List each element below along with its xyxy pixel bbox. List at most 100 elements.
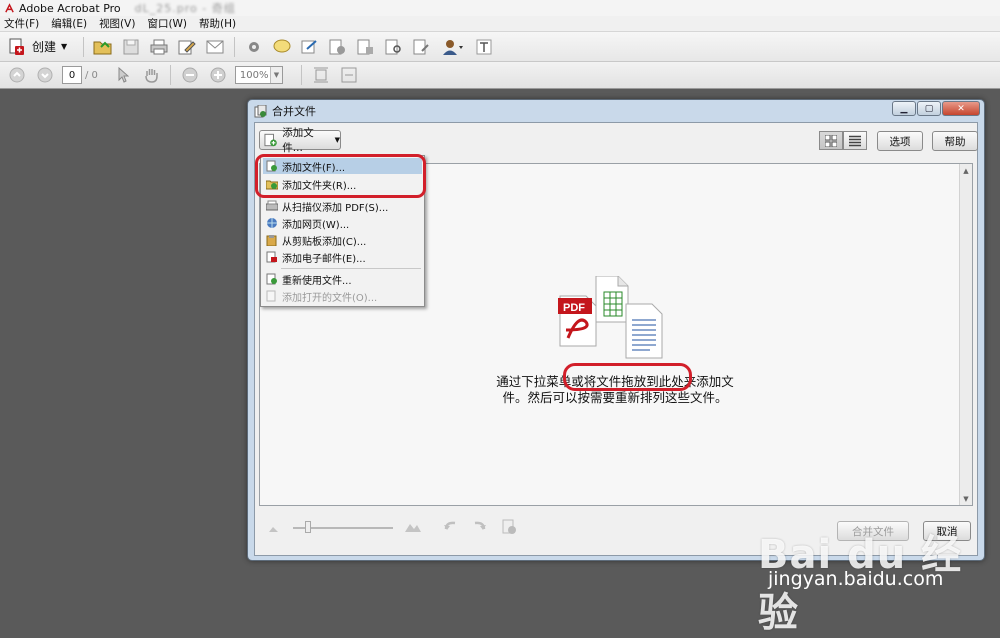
menu-item-label: 从剪贴板添加(C)... <box>282 236 367 248</box>
scanner-icon <box>265 199 279 213</box>
globe-icon <box>265 216 279 230</box>
chevron-down-icon: ▼ <box>61 42 68 51</box>
menu-item-add-open-files[interactable]: 添加打开的文件(O)... <box>263 288 422 304</box>
add-file-icon <box>264 133 277 147</box>
edit-icon <box>178 40 196 54</box>
acrobat-logo-icon <box>5 2 14 12</box>
forms-button[interactable] <box>411 36 433 58</box>
zoom-in-button[interactable] <box>207 64 229 86</box>
save-button[interactable] <box>120 36 142 58</box>
create-pdf-icon <box>9 38 24 55</box>
search-doc-button[interactable] <box>383 36 405 58</box>
create-label: 创建 <box>32 40 57 54</box>
menu-file[interactable]: 文件(F) <box>4 16 39 31</box>
hand-tool-button[interactable] <box>140 64 162 86</box>
fit-width-button[interactable] <box>338 64 360 86</box>
edit-button[interactable] <box>176 36 198 58</box>
fit-page-button[interactable] <box>310 64 332 86</box>
menu-edit[interactable]: 编辑(E) <box>51 16 87 31</box>
menu-item-from-scanner[interactable]: 从扫描仪添加 PDF(S)... <box>263 198 422 214</box>
scroll-up-icon[interactable]: ▲ <box>960 164 972 177</box>
window-controls: ▁ ▢ ✕ <box>891 101 980 116</box>
toolbar-divider <box>169 65 171 85</box>
zoom-out-button[interactable] <box>179 64 201 86</box>
menu-item-add-webpage[interactable]: 添加网页(W)... <box>263 215 422 231</box>
previous-page-button[interactable] <box>6 64 28 86</box>
menu-window[interactable]: 窗口(W) <box>147 16 187 31</box>
comment-icon <box>273 39 291 52</box>
text-tool-icon <box>476 39 492 54</box>
add-files-label: 添加文件... <box>282 127 314 154</box>
secure-doc-icon <box>329 39 346 54</box>
options-button[interactable]: 选项 <box>877 131 923 151</box>
arrow-up-icon <box>9 67 25 83</box>
list-view-icon <box>849 135 861 146</box>
zoom-in-icon <box>210 67 226 83</box>
help-button[interactable]: 帮助 <box>932 131 978 151</box>
text-button[interactable] <box>473 36 495 58</box>
secure-button[interactable] <box>327 36 349 58</box>
rotate-left-icon[interactable] <box>443 519 459 535</box>
menu-item-reuse-files[interactable]: 重新使用文件... <box>263 271 422 287</box>
large-mountain-icon <box>405 524 421 532</box>
grid-view-icon <box>825 134 837 147</box>
email-icon <box>265 250 279 264</box>
dialog-title: 合并文件 <box>272 105 316 118</box>
app-title: Adobe Acrobat Pro <box>19 1 121 15</box>
search-doc-icon <box>385 39 401 54</box>
app-title-bar: Adobe Acrobat Pro dL_25.pro - 奇组 <box>0 0 1000 16</box>
document-name: dL_25.pro - 奇组 <box>134 2 236 15</box>
create-button[interactable]: 创建 ▼ <box>8 38 67 56</box>
user-icon <box>443 39 464 55</box>
add-files-button[interactable]: 添加文件... ▼ <box>259 127 341 154</box>
page-number-input[interactable]: 0 <box>62 66 82 84</box>
menu-item-label: 添加电子邮件(E)... <box>282 253 366 265</box>
minimize-button[interactable]: ▁ <box>892 101 916 116</box>
reuse-files-icon <box>265 272 279 286</box>
menu-item-label: 添加网页(W)... <box>282 219 350 231</box>
scroll-down-icon[interactable]: ▼ <box>960 492 972 505</box>
maximize-button[interactable]: ▢ <box>917 101 941 116</box>
next-page-button[interactable] <box>34 64 56 86</box>
clipboard-icon <box>265 233 279 247</box>
comment-button[interactable] <box>271 36 293 58</box>
email-button[interactable] <box>204 36 226 58</box>
files-illustration: PDF <box>558 276 663 359</box>
settings-button[interactable] <box>243 36 265 58</box>
menu-item-label: 添加打开的文件(O)... <box>282 292 378 304</box>
chevron-down-icon: ▼ <box>334 136 340 144</box>
sign-button[interactable] <box>299 36 321 58</box>
hand-icon <box>145 69 158 83</box>
page-total: / 0 <box>85 69 98 81</box>
view-toggle <box>819 131 867 150</box>
open-files-icon <box>265 289 279 303</box>
fit-width-icon <box>341 67 357 83</box>
protect-button[interactable] <box>355 36 377 58</box>
print-button[interactable] <box>148 36 170 58</box>
select-tool-button[interactable] <box>112 64 134 86</box>
open-button[interactable] <box>92 36 114 58</box>
delete-page-icon[interactable] <box>501 519 517 535</box>
user-button[interactable] <box>439 36 467 58</box>
slider-handle[interactable] <box>305 521 311 533</box>
rotate-right-icon[interactable] <box>471 519 487 535</box>
dialog-title-bar[interactable]: 合并文件 <box>248 100 984 122</box>
toolbar-divider <box>234 36 236 57</box>
list-view-button[interactable] <box>843 131 867 150</box>
menu-item-from-clipboard[interactable]: 从剪贴板添加(C)... <box>263 232 422 248</box>
sign-icon <box>301 39 317 53</box>
menu-help[interactable]: 帮助(H) <box>199 16 236 31</box>
chevron-down-icon[interactable]: ▼ <box>269 67 282 83</box>
menu-view[interactable]: 视图(V) <box>99 16 135 31</box>
pdf-badge-text: PDF <box>563 302 585 314</box>
close-button[interactable]: ✕ <box>942 101 980 116</box>
zoom-select[interactable]: 100% ▼ <box>234 66 283 84</box>
toolbar-divider <box>83 36 85 57</box>
menu-item-add-email[interactable]: 添加电子邮件(E)... <box>263 249 422 265</box>
protect-doc-icon <box>357 39 374 54</box>
vertical-scrollbar[interactable]: ▲ ▼ <box>959 164 972 505</box>
thumbnail-view-button[interactable] <box>819 131 843 150</box>
maximize-icon: ▢ <box>924 103 934 114</box>
zoom-out-icon <box>182 67 198 83</box>
email-icon <box>206 40 224 53</box>
